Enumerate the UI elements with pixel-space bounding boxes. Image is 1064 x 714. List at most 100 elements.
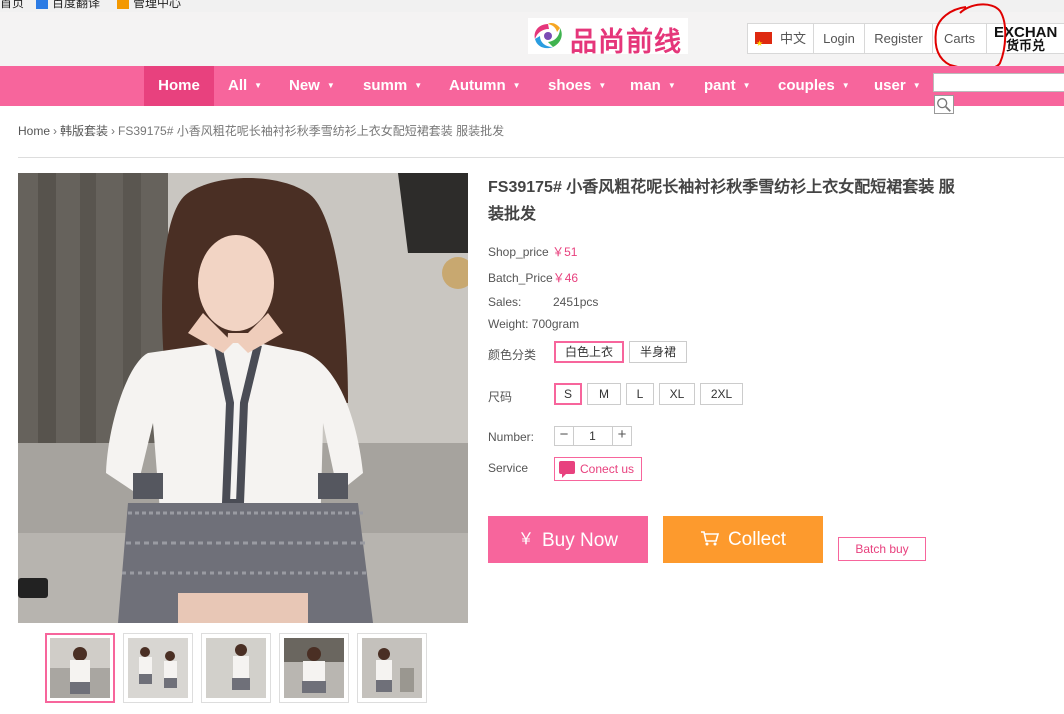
product-title: FS39175# 小香风粗花呢长袖衬衫秋季雪纺衫上衣女配短裙套装 服装批发: [488, 179, 955, 223]
language-switch[interactable]: 中文: [748, 24, 814, 58]
shop-price-row: Shop_price ￥51: [488, 243, 577, 260]
batch-buy-button[interactable]: Batch buy: [838, 537, 926, 561]
quantity-increase-button[interactable]: +: [612, 426, 632, 446]
register-link[interactable]: Register: [865, 24, 933, 53]
site-logo[interactable]: 品尚前线: [528, 18, 688, 57]
search-input[interactable]: [933, 73, 1064, 92]
nav-label: All: [228, 77, 248, 94]
bookmark-admin[interactable]: 管理中心: [117, 0, 181, 9]
color-option-white-top[interactable]: 白色上衣: [554, 341, 624, 363]
nav-item-couples[interactable]: couples ▼: [778, 66, 850, 106]
nav-label: summ: [363, 77, 408, 94]
buy-now-label: Buy Now: [541, 530, 619, 551]
cart-icon: [700, 531, 720, 546]
size-option-l[interactable]: L: [626, 383, 654, 405]
search-icon: [937, 98, 951, 112]
collect-button[interactable]: Collect: [663, 516, 823, 563]
thumbnail-image: [362, 638, 422, 698]
nav-item-home[interactable]: Home: [144, 66, 214, 106]
size-label: 尺码: [488, 390, 513, 404]
color-option-skirt[interactable]: 半身裙: [629, 341, 687, 363]
bookmark-label: 首页: [0, 0, 25, 10]
product-photo: [18, 173, 468, 623]
chevron-down-icon: ▼: [326, 81, 335, 90]
breadcrumb-separator: ›: [53, 124, 58, 138]
nav-label: couples: [778, 77, 835, 94]
nav-item-shoes[interactable]: shoes ▼: [548, 66, 606, 106]
breadcrumb-home[interactable]: Home: [18, 124, 50, 138]
bookmark-label: 百度翻译: [52, 0, 101, 10]
thumbnail-2[interactable]: [123, 633, 193, 703]
chevron-down-icon: ▼: [598, 81, 607, 90]
nav-item-all[interactable]: All ▼: [228, 66, 262, 106]
nav-label: Home: [158, 77, 200, 94]
search-button[interactable]: [934, 95, 954, 114]
number-label: Number:: [488, 430, 535, 444]
nav-label: New: [289, 77, 320, 94]
baidu-translate-icon: [36, 0, 48, 9]
cart-icon: [117, 0, 129, 9]
nav-label: shoes: [548, 77, 592, 94]
browser-bookmarks-bar: 首页 百度翻译 管理中心: [0, 0, 1064, 12]
nav-label: Autumn: [449, 77, 506, 94]
nav-item-man[interactable]: man ▼: [630, 66, 676, 106]
nav-label: pant: [704, 77, 736, 94]
nav-item-summ[interactable]: summ ▼: [363, 66, 422, 106]
batch-price-label: Batch_Price: [488, 271, 553, 285]
language-label: 中文: [779, 31, 806, 46]
quantity-decrease-button[interactable]: −: [554, 426, 574, 446]
china-flag-icon: [754, 29, 772, 58]
sales-value: 2451pcs: [553, 295, 599, 309]
bookmark-baidu-translate[interactable]: 百度翻译: [36, 0, 100, 9]
contact-label: Conect us: [580, 462, 635, 476]
thumbnail-image: [206, 638, 266, 698]
batch-price-value: ￥46: [552, 271, 579, 285]
chevron-down-icon: ▼: [512, 81, 521, 90]
main-product-image[interactable]: [18, 173, 468, 623]
chevron-down-icon: ▼: [254, 81, 263, 90]
user-links-bar: 中文 Login Register Carts EXCHAN 货币兑: [747, 23, 1064, 58]
service-label: Service: [488, 461, 529, 475]
breadcrumb-separator: ›: [111, 124, 116, 138]
size-option-2xl[interactable]: 2XL: [700, 383, 743, 405]
chevron-down-icon: ▼: [742, 81, 751, 90]
breadcrumb: Home › 韩版套装 › FS39175# 小香风粗花呢长袖衬衫秋季雪纺衫上衣女配短裙…: [18, 122, 504, 139]
breadcrumb-current: FS39175# 小香风粗花呢长袖衬衫秋季雪纺衫上衣女配短裙套装 服装批发: [118, 124, 505, 138]
size-option-s[interactable]: S: [554, 383, 582, 405]
nav-item-autumn[interactable]: Autumn ▼: [449, 66, 521, 106]
buy-now-button[interactable]: ￥ Buy Now: [488, 516, 648, 563]
logo-text: 品尚前线: [570, 27, 682, 57]
breadcrumb-category[interactable]: 韩版套装: [60, 124, 108, 138]
logo-swirl-icon: [534, 23, 562, 49]
thumbnail-image: [50, 638, 110, 698]
quantity-input[interactable]: 1: [573, 426, 612, 446]
batch-price-row: Batch_Price￥46: [488, 269, 578, 286]
size-option-m[interactable]: M: [587, 383, 621, 405]
thumbnail-4[interactable]: [279, 633, 349, 703]
nav-item-user[interactable]: user ▼: [874, 66, 921, 106]
shop-price-value: ￥51: [552, 245, 578, 259]
thumbnail-1[interactable]: [45, 633, 115, 703]
thumbnail-image: [128, 638, 188, 698]
yen-icon: ￥: [517, 531, 534, 548]
thumbnail-image: [284, 638, 344, 698]
collect-label: Collect: [727, 529, 787, 550]
weight-info: Weight: 700gram: [488, 317, 580, 331]
chevron-down-icon: ▼: [841, 81, 850, 90]
login-link[interactable]: Login: [814, 24, 865, 53]
size-option-xl[interactable]: XL: [659, 383, 695, 405]
nav-item-pant[interactable]: pant ▼: [704, 66, 751, 106]
thumbnail-5[interactable]: [357, 633, 427, 703]
sales-label: Sales:: [488, 295, 522, 309]
annotation-circle: [934, 3, 1007, 71]
shop-price-label: Shop_price: [488, 245, 549, 259]
contact-us-button[interactable]: Conect us: [554, 457, 642, 481]
nav-item-new[interactable]: New ▼: [289, 66, 335, 106]
bookmark-home[interactable]: 首页: [0, 0, 24, 9]
thumbnail-3[interactable]: [201, 633, 271, 703]
nav-label: user: [874, 77, 906, 94]
color-label: 颜色分类: [488, 348, 537, 362]
chat-bubble-icon: [559, 461, 575, 478]
divider: [18, 157, 1064, 158]
nav-label: man: [630, 77, 661, 94]
